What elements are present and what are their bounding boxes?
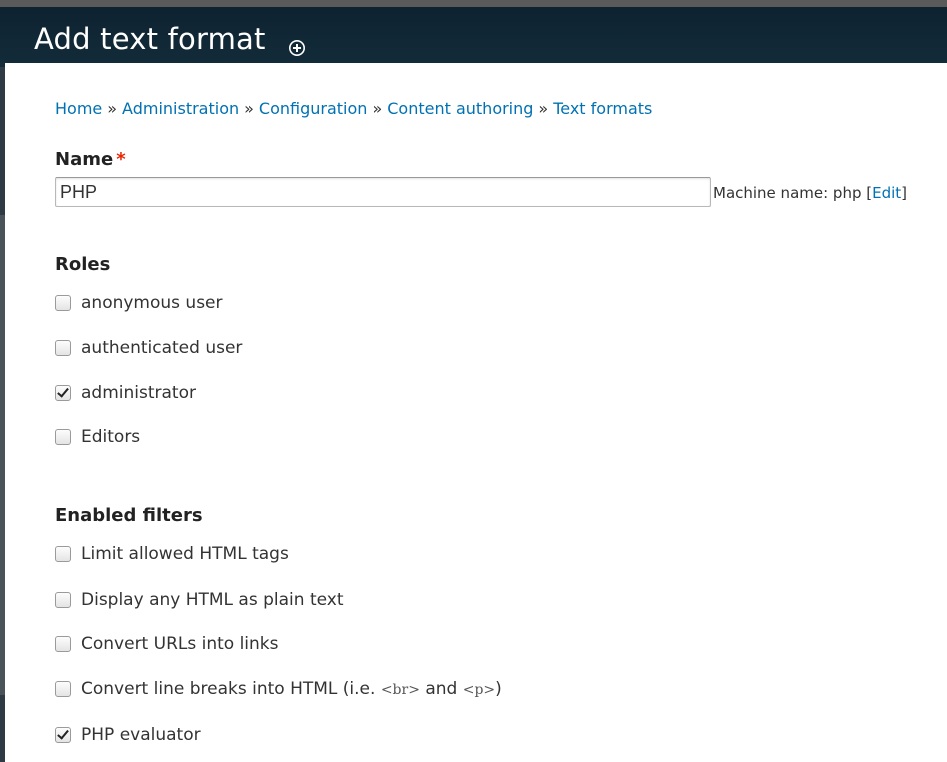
machine-name: Machine name: php [Edit] — [713, 184, 907, 202]
filter-label: Limit allowed HTML tags — [81, 544, 289, 564]
breadcrumb-separator: » — [538, 99, 549, 118]
filter-checkbox-html-plain-text[interactable]: Display any HTML as plain text — [55, 589, 344, 611]
machine-name-text: Machine name: php [ — [713, 184, 873, 202]
required-marker: * — [116, 149, 126, 170]
checkbox-checked[interactable] — [55, 385, 71, 401]
role-checkbox-anonymous-user[interactable]: anonymous user — [55, 292, 223, 314]
machine-name-bracket: ] — [901, 184, 908, 202]
role-checkbox-administrator[interactable]: administrator — [55, 382, 196, 404]
checkbox[interactable] — [55, 681, 71, 697]
filter-checkbox-line-breaks[interactable]: Convert line breaks into HTML (i.e. <br>… — [55, 678, 502, 700]
filter-checkbox-php-evaluator[interactable]: PHP evaluator — [55, 724, 201, 746]
breadcrumb: Home» Administration» Configuration» Conten… — [55, 99, 652, 118]
filter-label: Convert line breaks into HTML (i.e. <br>… — [81, 679, 502, 699]
checkbox[interactable] — [55, 592, 71, 608]
name-field-label: Name * — [55, 149, 126, 170]
filter-checkbox-convert-urls[interactable]: Convert URLs into links — [55, 633, 279, 655]
breadcrumb-configuration[interactable]: Configuration — [259, 99, 368, 118]
filter-label-part: Convert line breaks into HTML (i.e. — [81, 679, 381, 699]
role-checkbox-editors[interactable]: Editors — [55, 426, 140, 448]
checkbox[interactable] — [55, 636, 71, 652]
enabled-filters-heading: Enabled filters — [55, 505, 203, 526]
machine-name-edit-link[interactable]: Edit — [872, 184, 901, 202]
checkbox[interactable] — [55, 295, 71, 311]
filter-label: Display any HTML as plain text — [81, 590, 344, 610]
role-label: administrator — [81, 383, 196, 403]
page-title: Add text format — [34, 22, 266, 56]
breadcrumb-separator: » — [372, 99, 383, 118]
breadcrumb-home[interactable]: Home — [55, 99, 102, 118]
checkbox-checked[interactable] — [55, 727, 71, 743]
role-label: authenticated user — [81, 338, 243, 358]
filter-label: PHP evaluator — [81, 725, 201, 745]
breadcrumb-administration[interactable]: Administration — [122, 99, 239, 118]
filter-checkbox-limit-html[interactable]: Limit allowed HTML tags — [55, 543, 289, 565]
breadcrumb-separator: » — [107, 99, 118, 118]
filter-label-part: and — [419, 679, 463, 699]
name-label-text: Name — [55, 149, 114, 170]
code-p: <p> — [462, 682, 496, 698]
role-label: anonymous user — [81, 293, 223, 313]
toolbar-strip — [0, 0, 947, 7]
name-input[interactable] — [55, 177, 711, 207]
checkbox[interactable] — [55, 546, 71, 562]
checkbox[interactable] — [55, 429, 71, 445]
roles-heading: Roles — [55, 254, 111, 275]
filter-label-part: ) — [495, 679, 502, 699]
code-br: <br> — [380, 682, 420, 698]
breadcrumb-text-formats[interactable]: Text formats — [553, 99, 652, 118]
role-label: Editors — [81, 427, 141, 447]
filter-label: Convert URLs into links — [81, 634, 279, 654]
page-header: Add text format — [0, 7, 947, 67]
breadcrumb-content-authoring[interactable]: Content authoring — [387, 99, 533, 118]
role-checkbox-authenticated-user[interactable]: authenticated user — [55, 337, 242, 359]
breadcrumb-separator: » — [244, 99, 254, 118]
checkbox[interactable] — [55, 340, 71, 356]
content-panel: Home» Administration» Configuration» Conten… — [5, 63, 947, 762]
add-shortcut-icon[interactable] — [288, 39, 306, 57]
